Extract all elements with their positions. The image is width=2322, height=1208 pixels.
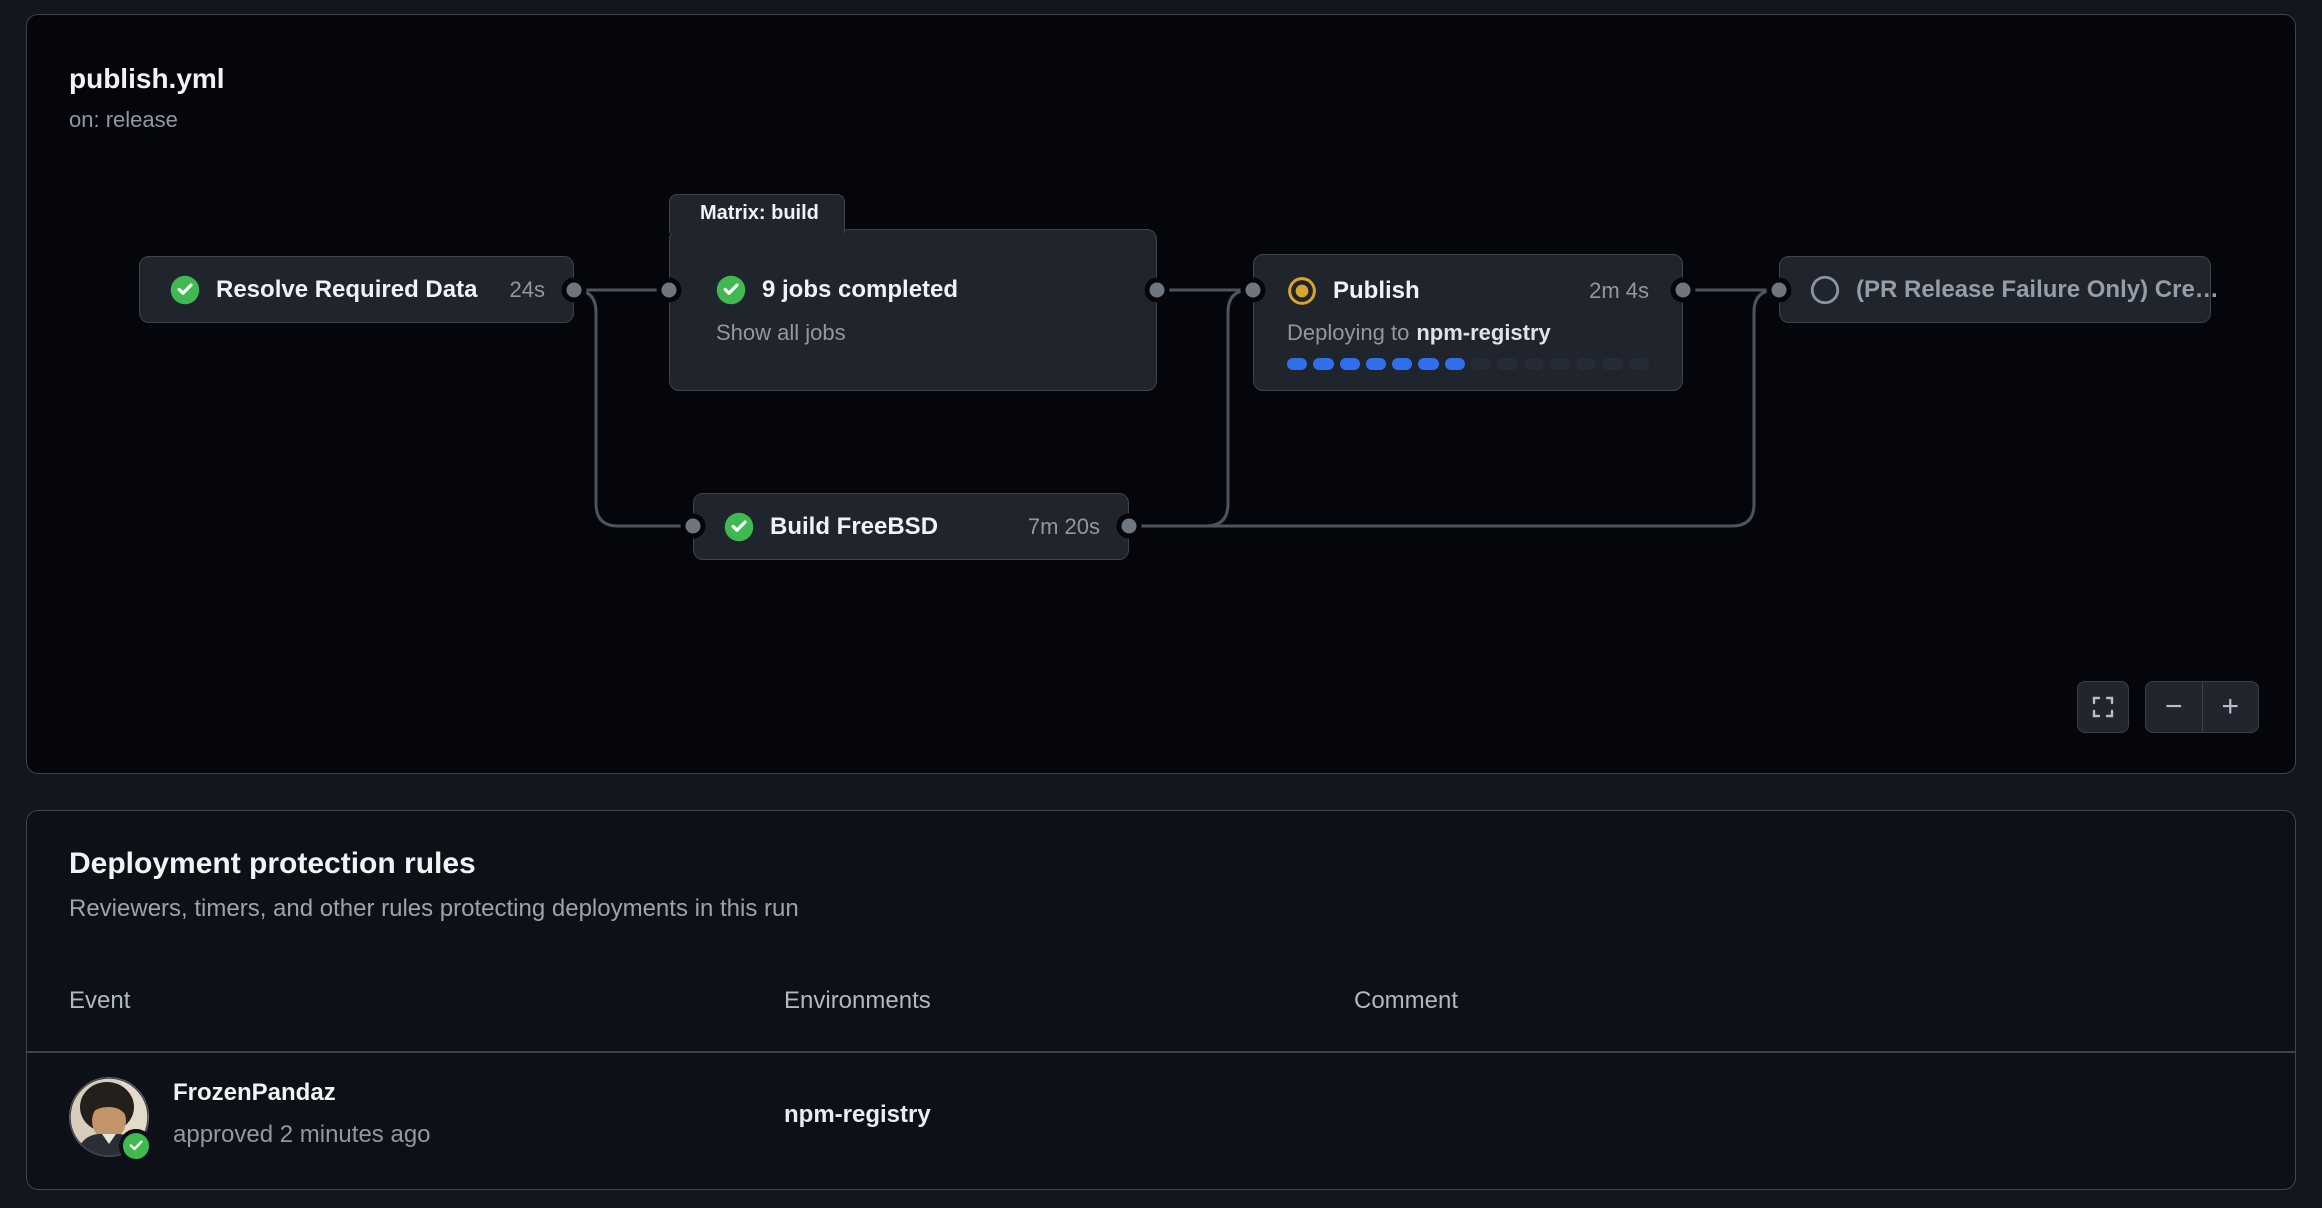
job-node-resolve-required-data[interactable]: Resolve Required Data 24s: [139, 256, 574, 323]
progress-segment-complete: [1340, 358, 1360, 370]
show-all-jobs-link[interactable]: Show all jobs: [716, 318, 1110, 348]
check-circle-icon: [716, 275, 746, 305]
job-node-build-freebsd[interactable]: Build FreeBSD 7m 20s: [693, 493, 1129, 560]
zoom-out-icon: −: [2165, 690, 2183, 724]
column-header-environments: Environments: [784, 987, 931, 1015]
progress-segment-pending: [1550, 358, 1570, 370]
fullscreen-icon: [2091, 695, 2115, 719]
progress-segment-complete: [1313, 358, 1333, 370]
progress-segment-pending: [1471, 358, 1491, 370]
progress-segment-pending: [1576, 358, 1596, 370]
job-duration: 24s: [510, 277, 545, 303]
progress-segment-complete: [1287, 358, 1307, 370]
job-node-matrix-build[interactable]: 9 jobs completed Show all jobs: [669, 229, 1157, 391]
environment-name: npm-registry: [784, 1101, 931, 1129]
zoom-in-button[interactable]: +: [2203, 682, 2259, 732]
column-header-comment: Comment: [1354, 987, 1458, 1015]
workflow-edges: [27, 15, 2297, 775]
check-circle-icon: [170, 275, 200, 305]
job-label: Build FreeBSD: [770, 513, 938, 541]
avatar[interactable]: [69, 1077, 149, 1157]
progress-segment-complete: [1418, 358, 1438, 370]
approval-event-text: approved 2 minutes ago: [173, 1121, 431, 1149]
deploy-status-line: Deploying to npm-registry: [1287, 317, 1649, 349]
job-duration: 7m 20s: [1028, 514, 1100, 540]
progress-segment-complete: [1445, 358, 1465, 370]
in-progress-icon: [1287, 276, 1317, 306]
progress-segment-pending: [1497, 358, 1517, 370]
matrix-status-label: 9 jobs completed: [762, 276, 958, 304]
job-label: Resolve Required Data: [216, 276, 477, 304]
matrix-group-tab[interactable]: Matrix: build: [669, 194, 845, 233]
progress-segment-pending: [1524, 358, 1544, 370]
table-header-divider: [27, 1051, 2295, 1053]
progress-segment-pending: [1602, 358, 1622, 370]
job-label: (PR Release Failure Only) Cre…: [1856, 276, 2219, 304]
zoom-in-icon: +: [2221, 690, 2239, 724]
progress-segment-complete: [1392, 358, 1412, 370]
deploy-target: npm-registry: [1416, 320, 1550, 346]
workflow-trigger: on: release: [69, 107, 178, 133]
check-circle-icon: [724, 512, 754, 542]
job-duration: 2m 4s: [1589, 278, 1649, 304]
workflow-file-name: publish.yml: [69, 63, 225, 95]
progress-segment-complete: [1366, 358, 1386, 370]
deploy-prefix: Deploying to: [1287, 320, 1409, 346]
deployment-protection-rules-panel: Deployment protection rules Reviewers, t…: [26, 810, 2296, 1190]
pending-circle-icon: [1810, 275, 1840, 305]
workflow-graph-panel: publish.yml on: release Resolve Required…: [26, 14, 2296, 774]
column-header-event: Event: [69, 987, 130, 1015]
deploy-progress-bar: [1287, 358, 1649, 370]
fullscreen-button[interactable]: [2077, 681, 2129, 733]
section-title: Deployment protection rules: [69, 847, 476, 881]
job-node-publish[interactable]: Publish 2m 4s Deploying to npm-registry: [1253, 254, 1683, 391]
section-subtitle: Reviewers, timers, and other rules prote…: [69, 895, 799, 923]
check-icon: [127, 1137, 145, 1155]
progress-segment-pending: [1629, 358, 1649, 370]
zoom-out-button[interactable]: −: [2146, 682, 2203, 732]
approved-badge: [119, 1129, 153, 1163]
reviewer-username[interactable]: FrozenPandaz: [173, 1079, 336, 1107]
zoom-controls: − +: [2145, 681, 2259, 733]
job-node-pr-release-failure[interactable]: (PR Release Failure Only) Cre…: [1779, 256, 2211, 323]
job-label: Publish: [1333, 277, 1420, 305]
